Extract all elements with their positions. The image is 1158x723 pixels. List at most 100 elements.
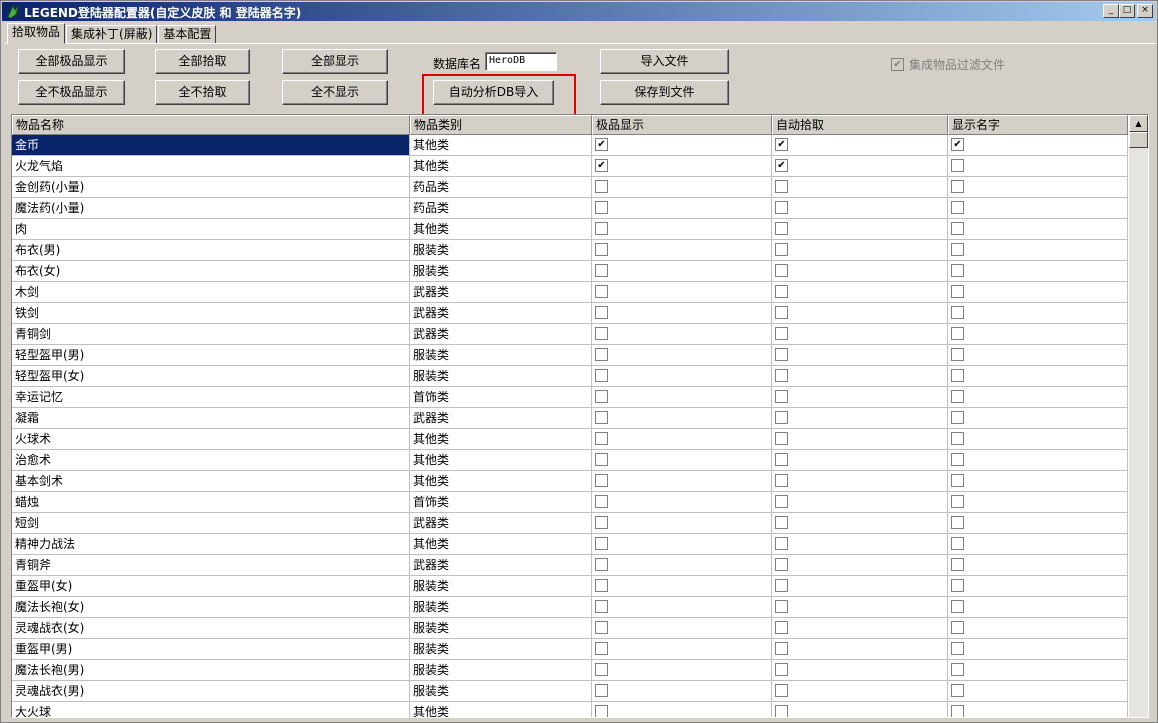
top-show-checkbox[interactable] xyxy=(595,411,608,424)
minimize-button[interactable]: _ xyxy=(1103,4,1119,18)
item-name-cell[interactable]: 布衣(女) xyxy=(12,261,410,282)
table-row[interactable]: 轻型盔甲(男) 服装类 xyxy=(12,345,1128,366)
item-type-cell[interactable]: 服装类 xyxy=(410,597,592,618)
top-show-checkbox[interactable]: ✔ xyxy=(595,138,608,151)
table-row[interactable]: 金创药(小量) 药品类 xyxy=(12,177,1128,198)
table-row[interactable]: 火球术 其他类 xyxy=(12,429,1128,450)
item-name-cell[interactable]: 短剑 xyxy=(12,513,410,534)
auto-pick-checkbox[interactable] xyxy=(775,579,788,592)
auto-pick-checkbox[interactable] xyxy=(775,390,788,403)
auto-pick-checkbox[interactable] xyxy=(775,348,788,361)
item-type-cell[interactable]: 服装类 xyxy=(410,366,592,387)
top-show-checkbox[interactable] xyxy=(595,327,608,340)
item-name-cell[interactable]: 魔法长袍(男) xyxy=(12,660,410,681)
item-type-cell[interactable]: 服装类 xyxy=(410,639,592,660)
show-name-checkbox[interactable] xyxy=(951,159,964,172)
auto-pick-checkbox[interactable] xyxy=(775,411,788,424)
table-row[interactable]: 灵魂战衣(男) 服装类 xyxy=(12,681,1128,702)
item-type-cell[interactable]: 其他类 xyxy=(410,429,592,450)
auto-pick-checkbox[interactable]: ✔ xyxy=(775,138,788,151)
table-row[interactable]: 青铜剑 武器类 xyxy=(12,324,1128,345)
item-type-cell[interactable]: 其他类 xyxy=(410,534,592,555)
item-name-cell[interactable]: 布衣(男) xyxy=(12,240,410,261)
top-show-checkbox[interactable] xyxy=(595,579,608,592)
auto-pick-checkbox[interactable] xyxy=(775,516,788,529)
show-name-checkbox[interactable] xyxy=(951,180,964,193)
top-show-checkbox[interactable]: ✔ xyxy=(595,159,608,172)
item-name-cell[interactable]: 幸运记忆 xyxy=(12,387,410,408)
item-type-cell[interactable]: 服装类 xyxy=(410,240,592,261)
auto-pick-checkbox[interactable] xyxy=(775,285,788,298)
item-name-cell[interactable]: 基本剑术 xyxy=(12,471,410,492)
item-name-cell[interactable]: 青铜剑 xyxy=(12,324,410,345)
auto-pick-checkbox[interactable] xyxy=(775,684,788,697)
item-name-cell[interactable]: 重盔甲(男) xyxy=(12,639,410,660)
item-type-cell[interactable]: 服装类 xyxy=(410,576,592,597)
table-row[interactable]: 幸运记忆 首饰类 xyxy=(12,387,1128,408)
item-type-cell[interactable]: 服装类 xyxy=(410,618,592,639)
top-show-checkbox[interactable] xyxy=(595,600,608,613)
auto-pick-checkbox[interactable] xyxy=(775,180,788,193)
table-row[interactable]: 基本剑术 其他类 xyxy=(12,471,1128,492)
db-name-input[interactable]: HeroDB xyxy=(485,52,557,71)
top-show-checkbox[interactable] xyxy=(595,264,608,277)
table-row[interactable]: 魔法长袍(男) 服装类 xyxy=(12,660,1128,681)
item-name-cell[interactable]: 火龙气焰 xyxy=(12,156,410,177)
import-file-button[interactable]: 导入文件 xyxy=(600,49,729,74)
tab-pick-items[interactable]: 拾取物品 xyxy=(7,23,66,44)
top-show-checkbox[interactable] xyxy=(595,705,608,717)
item-type-cell[interactable]: 其他类 xyxy=(410,156,592,177)
item-name-cell[interactable]: 铁剑 xyxy=(12,303,410,324)
table-row[interactable]: 木剑 武器类 xyxy=(12,282,1128,303)
item-type-cell[interactable]: 其他类 xyxy=(410,471,592,492)
column-header-type[interactable]: 物品类别 xyxy=(410,115,592,135)
top-show-checkbox[interactable] xyxy=(595,285,608,298)
item-type-cell[interactable]: 武器类 xyxy=(410,282,592,303)
title-bar[interactable]: LEGEND登陆器配置器(自定义皮肤 和 登陆器名字) _ □ × xyxy=(2,2,1156,21)
top-show-checkbox[interactable] xyxy=(595,474,608,487)
auto-pick-checkbox[interactable] xyxy=(775,537,788,550)
item-type-cell[interactable]: 其他类 xyxy=(410,702,592,717)
none-pick-button[interactable]: 全不拾取 xyxy=(155,80,250,105)
items-grid[interactable]: 物品名称 物品类别 极品显示 自动拾取 显示名字 金币 其他类 ✔ ✔ ✔ 火龙气焰 其他类… xyxy=(11,114,1149,718)
auto-pick-checkbox[interactable] xyxy=(775,474,788,487)
table-row[interactable]: 火龙气焰 其他类 ✔ ✔ xyxy=(12,156,1128,177)
top-show-checkbox[interactable] xyxy=(595,558,608,571)
table-row[interactable]: 轻型盔甲(女) 服装类 xyxy=(12,366,1128,387)
item-name-cell[interactable]: 金创药(小量) xyxy=(12,177,410,198)
table-row[interactable]: 魔法长袍(女) 服装类 xyxy=(12,597,1128,618)
filter-file-checkbox[interactable]: ✔ 集成物品过滤文件 xyxy=(891,56,1005,73)
item-name-cell[interactable]: 肉 xyxy=(12,219,410,240)
auto-pick-checkbox[interactable] xyxy=(775,495,788,508)
item-name-cell[interactable]: 凝霜 xyxy=(12,408,410,429)
scroll-thumb[interactable] xyxy=(1129,132,1148,148)
item-name-cell[interactable]: 重盔甲(女) xyxy=(12,576,410,597)
table-row[interactable]: 重盔甲(女) 服装类 xyxy=(12,576,1128,597)
top-show-checkbox[interactable] xyxy=(595,621,608,634)
item-type-cell[interactable]: 武器类 xyxy=(410,513,592,534)
item-name-cell[interactable]: 金币 xyxy=(12,135,410,156)
item-type-cell[interactable]: 武器类 xyxy=(410,555,592,576)
table-row[interactable]: 肉其他类 xyxy=(12,219,1128,240)
top-show-checkbox[interactable] xyxy=(595,390,608,403)
top-show-checkbox[interactable] xyxy=(595,222,608,235)
top-show-checkbox[interactable] xyxy=(595,432,608,445)
show-name-checkbox[interactable] xyxy=(951,642,964,655)
show-name-checkbox[interactable] xyxy=(951,705,964,717)
all-pick-button[interactable]: 全部拾取 xyxy=(155,49,250,74)
auto-pick-checkbox[interactable] xyxy=(775,453,788,466)
show-name-checkbox[interactable] xyxy=(951,453,964,466)
show-name-checkbox[interactable] xyxy=(951,684,964,697)
top-show-checkbox[interactable] xyxy=(595,453,608,466)
item-name-cell[interactable]: 大火球 xyxy=(12,702,410,717)
auto-pick-checkbox[interactable] xyxy=(775,663,788,676)
show-name-checkbox[interactable] xyxy=(951,474,964,487)
show-name-checkbox[interactable] xyxy=(951,579,964,592)
top-show-checkbox[interactable] xyxy=(595,243,608,256)
show-name-checkbox[interactable] xyxy=(951,537,964,550)
show-name-checkbox[interactable] xyxy=(951,348,964,361)
all-top-show-button[interactable]: 全部极品显示 xyxy=(18,49,125,74)
column-header-name[interactable]: 物品名称 xyxy=(12,115,410,135)
show-name-checkbox[interactable] xyxy=(951,411,964,424)
tab-patch-block[interactable]: 集成补丁(屏蔽) xyxy=(66,25,158,44)
